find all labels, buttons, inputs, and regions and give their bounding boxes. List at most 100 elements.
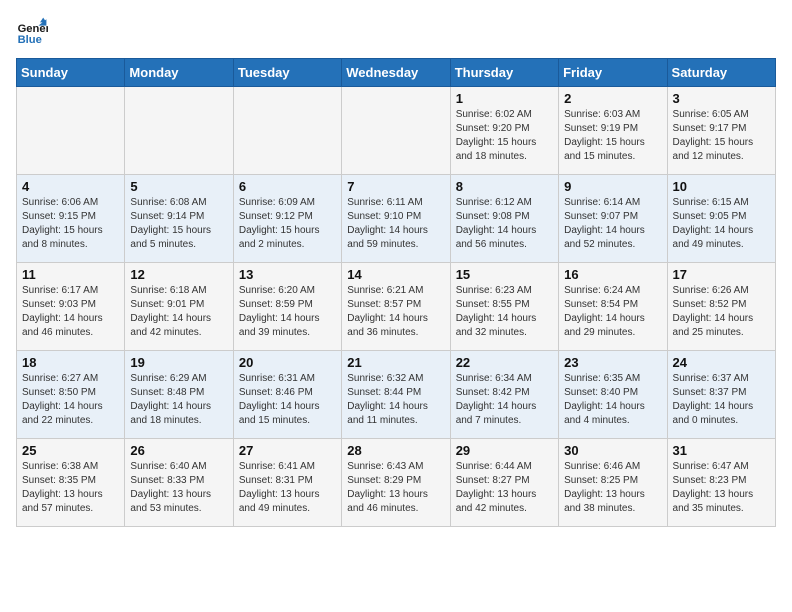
weekday-header: Tuesday (233, 59, 341, 87)
calendar-cell (125, 87, 233, 175)
calendar-cell: 5Sunrise: 6:08 AM Sunset: 9:14 PM Daylig… (125, 175, 233, 263)
day-info: Sunrise: 6:29 AM Sunset: 8:48 PM Dayligh… (130, 372, 227, 428)
day-number: 28 (347, 443, 444, 458)
day-number: 31 (673, 443, 770, 458)
day-number: 2 (564, 91, 661, 106)
day-info: Sunrise: 6:23 AM Sunset: 8:55 PM Dayligh… (456, 284, 553, 340)
day-info: Sunrise: 6:38 AM Sunset: 8:35 PM Dayligh… (22, 460, 119, 516)
calendar-cell: 22 Sunrise: 6:34 AM Sunset: 8:42 PM Dayli… (450, 351, 558, 439)
calendar-cell: 26 Sunrise: 6:40 AM Sunset: 8:33 PM Dayli… (125, 439, 233, 527)
day-number: 30 (564, 443, 661, 458)
day-number: 8 (456, 179, 553, 194)
calendar-cell: 21 Sunrise: 6:32 AM Sunset: 8:44 PM Dayli… (342, 351, 450, 439)
day-info: Sunrise: 6:09 AM Sunset: 9:12 PM Dayligh… (239, 196, 336, 252)
weekday-header: Monday (125, 59, 233, 87)
calendar-cell (233, 87, 341, 175)
day-number: 16 (564, 267, 661, 282)
day-info: Sunrise: 6:17 AM Sunset: 9:03 PM Dayligh… (22, 284, 119, 340)
day-info: Sunrise: 6:37 AM Sunset: 8:37 PM Dayligh… (673, 372, 770, 428)
day-info: Sunrise: 6:34 AM Sunset: 8:42 PM Dayligh… (456, 372, 553, 428)
day-info: Sunrise: 6:18 AM Sunset: 9:01 PM Dayligh… (130, 284, 227, 340)
day-info: Sunrise: 6:35 AM Sunset: 8:40 PM Dayligh… (564, 372, 661, 428)
calendar-cell: 9Sunrise: 6:14 AM Sunset: 9:07 PM Daylig… (559, 175, 667, 263)
calendar-cell: 1 Sunrise: 6:02 AM Sunset: 9:20 PM Daylig… (450, 87, 558, 175)
calendar-cell: 18 Sunrise: 6:27 AM Sunset: 8:50 PM Dayli… (17, 351, 125, 439)
calendar-cell: 15Sunrise: 6:23 AM Sunset: 8:55 PM Dayli… (450, 263, 558, 351)
day-info: Sunrise: 6:12 AM Sunset: 9:08 PM Dayligh… (456, 196, 553, 252)
calendar-cell: 10 Sunrise: 6:15 AM Sunset: 9:05 PM Dayli… (667, 175, 775, 263)
calendar-cell: 20 Sunrise: 6:31 AM Sunset: 8:46 PM Dayli… (233, 351, 341, 439)
calendar-cell: 28 Sunrise: 6:43 AM Sunset: 8:29 PM Dayli… (342, 439, 450, 527)
day-number: 26 (130, 443, 227, 458)
day-number: 1 (456, 91, 553, 106)
day-info: Sunrise: 6:20 AM Sunset: 8:59 PM Dayligh… (239, 284, 336, 340)
day-info: Sunrise: 6:02 AM Sunset: 9:20 PM Dayligh… (456, 108, 553, 164)
day-number: 19 (130, 355, 227, 370)
day-number: 5 (130, 179, 227, 194)
calendar-cell: 30 Sunrise: 6:46 AM Sunset: 8:25 PM Dayli… (559, 439, 667, 527)
weekday-header: Friday (559, 59, 667, 87)
day-info: Sunrise: 6:24 AM Sunset: 8:54 PM Dayligh… (564, 284, 661, 340)
day-info: Sunrise: 6:27 AM Sunset: 8:50 PM Dayligh… (22, 372, 119, 428)
calendar-week-row: 11 Sunrise: 6:17 AM Sunset: 9:03 PM Dayli… (17, 263, 776, 351)
weekday-header: Wednesday (342, 59, 450, 87)
calendar-cell: 8 Sunrise: 6:12 AM Sunset: 9:08 PM Daylig… (450, 175, 558, 263)
calendar-week-row: 1 Sunrise: 6:02 AM Sunset: 9:20 PM Daylig… (17, 87, 776, 175)
calendar-cell: 4 Sunrise: 6:06 AM Sunset: 9:15 PM Daylig… (17, 175, 125, 263)
day-number: 3 (673, 91, 770, 106)
day-info: Sunrise: 6:21 AM Sunset: 8:57 PM Dayligh… (347, 284, 444, 340)
day-info: Sunrise: 6:15 AM Sunset: 9:05 PM Dayligh… (673, 196, 770, 252)
day-info: Sunrise: 6:11 AM Sunset: 9:10 PM Dayligh… (347, 196, 444, 252)
day-info: Sunrise: 6:05 AM Sunset: 9:17 PM Dayligh… (673, 108, 770, 164)
calendar-week-row: 18 Sunrise: 6:27 AM Sunset: 8:50 PM Dayli… (17, 351, 776, 439)
logo-icon: General Blue (16, 16, 48, 48)
calendar-cell: 12Sunrise: 6:18 AM Sunset: 9:01 PM Dayli… (125, 263, 233, 351)
day-number: 6 (239, 179, 336, 194)
calendar-cell: 29 Sunrise: 6:44 AM Sunset: 8:27 PM Dayli… (450, 439, 558, 527)
day-info: Sunrise: 6:40 AM Sunset: 8:33 PM Dayligh… (130, 460, 227, 516)
day-info: Sunrise: 6:26 AM Sunset: 8:52 PM Dayligh… (673, 284, 770, 340)
calendar-cell: 6 Sunrise: 6:09 AM Sunset: 9:12 PM Daylig… (233, 175, 341, 263)
calendar-cell: 14 Sunrise: 6:21 AM Sunset: 8:57 PM Dayli… (342, 263, 450, 351)
calendar-table: SundayMondayTuesdayWednesdayThursdayFrid… (16, 58, 776, 527)
day-number: 14 (347, 267, 444, 282)
day-number: 29 (456, 443, 553, 458)
calendar-cell: 23 Sunrise: 6:35 AM Sunset: 8:40 PM Dayli… (559, 351, 667, 439)
day-number: 13 (239, 267, 336, 282)
day-number: 22 (456, 355, 553, 370)
calendar-cell: 11 Sunrise: 6:17 AM Sunset: 9:03 PM Dayli… (17, 263, 125, 351)
calendar-cell: 19 Sunrise: 6:29 AM Sunset: 8:48 PM Dayli… (125, 351, 233, 439)
calendar-cell: 24Sunrise: 6:37 AM Sunset: 8:37 PM Dayli… (667, 351, 775, 439)
page-header: General Blue (16, 16, 776, 48)
day-info: Sunrise: 6:43 AM Sunset: 8:29 PM Dayligh… (347, 460, 444, 516)
calendar-cell: 25Sunrise: 6:38 AM Sunset: 8:35 PM Dayli… (17, 439, 125, 527)
day-info: Sunrise: 6:32 AM Sunset: 8:44 PM Dayligh… (347, 372, 444, 428)
calendar-cell: 2 Sunrise: 6:03 AM Sunset: 9:19 PM Daylig… (559, 87, 667, 175)
day-info: Sunrise: 6:47 AM Sunset: 8:23 PM Dayligh… (673, 460, 770, 516)
day-info: Sunrise: 6:31 AM Sunset: 8:46 PM Dayligh… (239, 372, 336, 428)
day-number: 27 (239, 443, 336, 458)
day-info: Sunrise: 6:44 AM Sunset: 8:27 PM Dayligh… (456, 460, 553, 516)
weekday-header: Saturday (667, 59, 775, 87)
day-number: 20 (239, 355, 336, 370)
day-number: 23 (564, 355, 661, 370)
day-number: 9 (564, 179, 661, 194)
calendar-cell: 17Sunrise: 6:26 AM Sunset: 8:52 PM Dayli… (667, 263, 775, 351)
day-number: 21 (347, 355, 444, 370)
day-info: Sunrise: 6:46 AM Sunset: 8:25 PM Dayligh… (564, 460, 661, 516)
day-info: Sunrise: 6:03 AM Sunset: 9:19 PM Dayligh… (564, 108, 661, 164)
day-number: 10 (673, 179, 770, 194)
calendar-cell (342, 87, 450, 175)
day-number: 18 (22, 355, 119, 370)
calendar-week-row: 4 Sunrise: 6:06 AM Sunset: 9:15 PM Daylig… (17, 175, 776, 263)
calendar-cell (17, 87, 125, 175)
day-number: 4 (22, 179, 119, 194)
calendar-week-row: 25Sunrise: 6:38 AM Sunset: 8:35 PM Dayli… (17, 439, 776, 527)
weekday-header-row: SundayMondayTuesdayWednesdayThursdayFrid… (17, 59, 776, 87)
calendar-cell: 7 Sunrise: 6:11 AM Sunset: 9:10 PM Daylig… (342, 175, 450, 263)
calendar-cell: 31 Sunrise: 6:47 AM Sunset: 8:23 PM Dayli… (667, 439, 775, 527)
calendar-cell: 3 Sunrise: 6:05 AM Sunset: 9:17 PM Daylig… (667, 87, 775, 175)
day-number: 11 (22, 267, 119, 282)
day-number: 7 (347, 179, 444, 194)
day-info: Sunrise: 6:06 AM Sunset: 9:15 PM Dayligh… (22, 196, 119, 252)
